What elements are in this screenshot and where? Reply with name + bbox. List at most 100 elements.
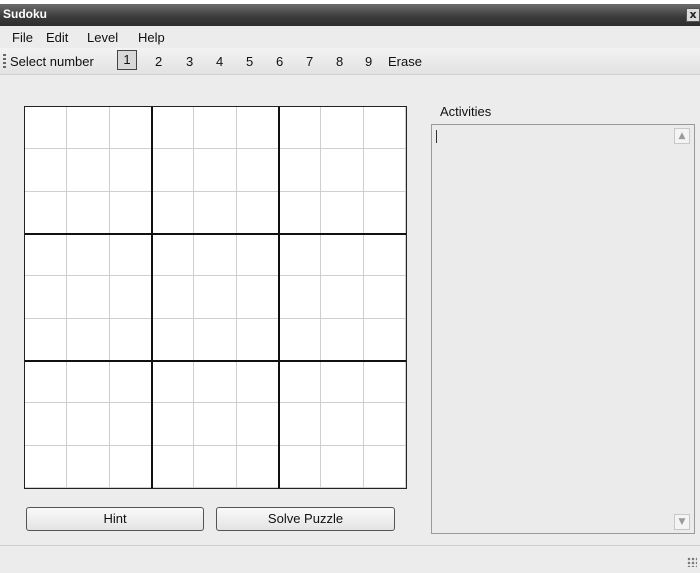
solve-puzzle-button[interactable]: Solve Puzzle xyxy=(216,507,395,531)
grid-cell-r9-c5[interactable] xyxy=(194,445,237,488)
grid-cell-r6-c4[interactable] xyxy=(152,318,195,361)
menu-file[interactable]: File xyxy=(12,30,33,45)
grid-cell-r7-c2[interactable] xyxy=(67,361,110,404)
grid-cell-r6-c9[interactable] xyxy=(363,318,406,361)
grid-cell-r2-c6[interactable] xyxy=(236,149,279,192)
grid-cell-r8-c2[interactable] xyxy=(67,403,110,446)
grid-cell-r9-c9[interactable] xyxy=(363,445,406,488)
grid-cell-r5-c8[interactable] xyxy=(321,276,364,319)
menu-help[interactable]: Help xyxy=(138,30,165,45)
grid-cell-r8-c5[interactable] xyxy=(194,403,237,446)
grid-cell-r2-c1[interactable] xyxy=(25,149,68,192)
hint-button[interactable]: Hint xyxy=(26,507,204,531)
grid-cell-r2-c8[interactable] xyxy=(321,149,364,192)
grid-cell-r5-c2[interactable] xyxy=(67,276,110,319)
grid-cell-r5-c3[interactable] xyxy=(109,276,152,319)
grid-cell-r5-c5[interactable] xyxy=(194,276,237,319)
grid-cell-r6-c8[interactable] xyxy=(321,318,364,361)
grid-cell-r4-c3[interactable] xyxy=(109,234,152,277)
grid-cell-r1-c1[interactable] xyxy=(25,107,68,150)
grid-cell-r7-c7[interactable] xyxy=(279,361,322,404)
number-button-7[interactable]: 7 xyxy=(306,54,313,69)
grid-cell-r1-c2[interactable] xyxy=(67,107,110,150)
grid-cell-r2-c9[interactable] xyxy=(363,149,406,192)
menu-level[interactable]: Level xyxy=(87,30,118,45)
grid-cell-r6-c3[interactable] xyxy=(109,318,152,361)
grid-cell-r3-c1[interactable] xyxy=(25,191,68,234)
grid-cell-r2-c3[interactable] xyxy=(109,149,152,192)
grid-cell-r5-c6[interactable] xyxy=(236,276,279,319)
grid-cell-r8-c7[interactable] xyxy=(279,403,322,446)
grid-cell-r9-c2[interactable] xyxy=(67,445,110,488)
grid-cell-r8-c6[interactable] xyxy=(236,403,279,446)
grid-cell-r8-c3[interactable] xyxy=(109,403,152,446)
grid-cell-r6-c2[interactable] xyxy=(67,318,110,361)
chevron-up-icon[interactable]: ▲ xyxy=(674,128,690,144)
activities-textarea[interactable] xyxy=(431,124,695,534)
grid-cell-r4-c4[interactable] xyxy=(152,234,195,277)
grid-cell-r5-c1[interactable] xyxy=(25,276,68,319)
grid-cell-r2-c5[interactable] xyxy=(194,149,237,192)
grid-cell-r8-c8[interactable] xyxy=(321,403,364,446)
grid-cell-r2-c7[interactable] xyxy=(279,149,322,192)
grid-cell-r1-c4[interactable] xyxy=(152,107,195,150)
grid-cell-r8-c4[interactable] xyxy=(152,403,195,446)
grid-cell-r4-c5[interactable] xyxy=(194,234,237,277)
grid-cell-r7-c1[interactable] xyxy=(25,361,68,404)
toolbar-grip-icon[interactable] xyxy=(3,54,6,69)
grid-cell-r3-c6[interactable] xyxy=(236,191,279,234)
number-button-2[interactable]: 2 xyxy=(155,54,162,69)
erase-button[interactable]: Erase xyxy=(388,54,422,69)
grid-cell-r6-c5[interactable] xyxy=(194,318,237,361)
grid-cell-r6-c6[interactable] xyxy=(236,318,279,361)
title-bar[interactable]: Sudoku x xyxy=(0,4,700,26)
grid-cell-r5-c4[interactable] xyxy=(152,276,195,319)
grid-cell-r6-c1[interactable] xyxy=(25,318,68,361)
number-button-4[interactable]: 4 xyxy=(216,54,223,69)
grid-cell-r7-c4[interactable] xyxy=(152,361,195,404)
grid-cell-r4-c2[interactable] xyxy=(67,234,110,277)
grid-cell-r3-c4[interactable] xyxy=(152,191,195,234)
grid-cell-r4-c8[interactable] xyxy=(321,234,364,277)
number-button-9[interactable]: 9 xyxy=(365,54,372,69)
menu-edit[interactable]: Edit xyxy=(46,30,68,45)
number-button-5[interactable]: 5 xyxy=(246,54,253,69)
grid-cell-r9-c6[interactable] xyxy=(236,445,279,488)
grid-cell-r7-c9[interactable] xyxy=(363,361,406,404)
grid-cell-r9-c7[interactable] xyxy=(279,445,322,488)
grid-cell-r1-c3[interactable] xyxy=(109,107,152,150)
grid-cell-r7-c3[interactable] xyxy=(109,361,152,404)
grid-cell-r3-c3[interactable] xyxy=(109,191,152,234)
grid-cell-r9-c8[interactable] xyxy=(321,445,364,488)
grid-cell-r1-c5[interactable] xyxy=(194,107,237,150)
grid-cell-r5-c9[interactable] xyxy=(363,276,406,319)
grid-cell-r1-c9[interactable] xyxy=(363,107,406,150)
grid-cell-r4-c7[interactable] xyxy=(279,234,322,277)
grid-cell-r4-c6[interactable] xyxy=(236,234,279,277)
grid-cell-r4-c9[interactable] xyxy=(363,234,406,277)
close-icon[interactable]: x xyxy=(686,8,700,22)
grid-cell-r7-c6[interactable] xyxy=(236,361,279,404)
grid-cell-r1-c8[interactable] xyxy=(321,107,364,150)
number-button-8[interactable]: 8 xyxy=(336,54,343,69)
grid-cell-r2-c2[interactable] xyxy=(67,149,110,192)
grid-cell-r3-c7[interactable] xyxy=(279,191,322,234)
number-button-6[interactable]: 6 xyxy=(276,54,283,69)
grid-cell-r8-c9[interactable] xyxy=(363,403,406,446)
grid-cell-r3-c9[interactable] xyxy=(363,191,406,234)
grid-cell-r7-c8[interactable] xyxy=(321,361,364,404)
grid-cell-r3-c5[interactable] xyxy=(194,191,237,234)
number-button-3[interactable]: 3 xyxy=(186,54,193,69)
grid-cell-r1-c6[interactable] xyxy=(236,107,279,150)
resize-grip-icon[interactable] xyxy=(687,557,697,567)
grid-cell-r9-c1[interactable] xyxy=(25,445,68,488)
grid-cell-r9-c4[interactable] xyxy=(152,445,195,488)
grid-cell-r3-c8[interactable] xyxy=(321,191,364,234)
grid-cell-r7-c5[interactable] xyxy=(194,361,237,404)
grid-cell-r9-c3[interactable] xyxy=(109,445,152,488)
grid-cell-r8-c1[interactable] xyxy=(25,403,68,446)
grid-cell-r5-c7[interactable] xyxy=(279,276,322,319)
grid-cell-r6-c7[interactable] xyxy=(279,318,322,361)
chevron-down-icon[interactable]: ▼ xyxy=(674,514,690,530)
number-button-1[interactable]: 1 xyxy=(117,50,137,70)
